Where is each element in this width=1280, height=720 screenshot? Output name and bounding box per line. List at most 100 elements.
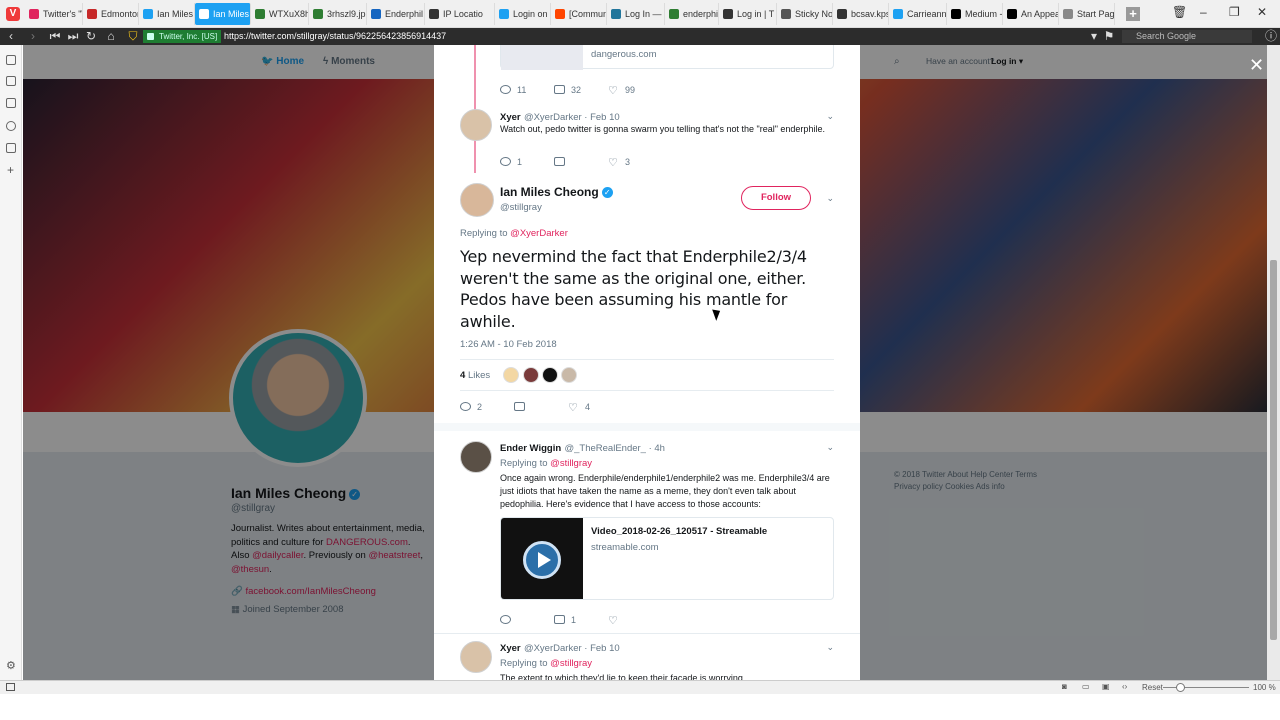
forward-icon[interactable]: › (24, 28, 42, 45)
streamable-card[interactable]: Video_2018-02-26_120517 - Streamable str… (500, 517, 834, 600)
image-icon[interactable]: ▣ (1102, 682, 1110, 691)
reply-tweet[interactable]: Xyer @XyerDarker · Feb 10 Replying to @s… (500, 640, 834, 680)
link-card[interactable]: dangerous.com (500, 45, 834, 70)
avatar[interactable] (460, 441, 492, 473)
like-button[interactable]: ♡ 99 (608, 85, 635, 97)
trash-icon[interactable]: 🗑 (1172, 5, 1187, 19)
browser-tab[interactable]: Sticky No (777, 3, 833, 25)
avatar[interactable] (460, 641, 492, 673)
browser-tab[interactable]: Log In — (607, 3, 665, 25)
browser-tab[interactable]: 3rhszl9.jp (309, 3, 367, 25)
rewind-icon[interactable]: ⏮ (46, 28, 64, 45)
retweet-button[interactable] (554, 157, 571, 167)
home-icon[interactable]: ⌂ (102, 28, 120, 45)
info-icon[interactable]: ⓘ (1262, 28, 1280, 45)
downloads-panel-icon[interactable] (6, 76, 16, 86)
window-panel-icon[interactable] (6, 143, 16, 153)
zoom-slider-handle[interactable] (1176, 683, 1185, 692)
reply-tweet[interactable]: Xyer @XyerDarker · Feb 10 Watch out, ped… (500, 109, 834, 136)
maximize-icon[interactable]: ❐ (1229, 5, 1240, 19)
video-thumbnail[interactable] (501, 518, 583, 599)
liker-avatar[interactable] (542, 367, 558, 383)
main-tweet-author[interactable]: Ian Miles Cheong ✓ @stillgray (500, 185, 613, 213)
bookmark-page-icon[interactable]: ⚑ (1100, 28, 1118, 45)
card-title[interactable]: Video_2018-02-26_120517 - Streamable (591, 526, 767, 537)
retweet-button[interactable] (514, 402, 531, 412)
bookmarks-panel-icon[interactable] (6, 55, 16, 65)
tweet-author-name[interactable]: Xyer (500, 112, 521, 123)
browser-tab[interactable]: [Commun (551, 3, 607, 25)
reply-button[interactable] (500, 615, 517, 625)
minimize-icon[interactable]: – (1200, 5, 1207, 19)
browser-tab[interactable]: bcsav.kps (833, 3, 889, 25)
history-panel-icon[interactable] (6, 121, 16, 131)
bookmark-shield-icon[interactable]: ⛉ (124, 28, 142, 45)
chevron-down-icon[interactable]: ⌄ (826, 193, 834, 204)
tweet-author-name[interactable]: Ender Wiggin (500, 443, 561, 454)
follow-button[interactable]: Follow (741, 186, 811, 210)
likes-summary[interactable]: 4 Likes (460, 370, 490, 381)
browser-tab[interactable]: An Appea (1003, 3, 1059, 25)
reload-icon[interactable]: ↻ (82, 28, 100, 45)
new-tab-button[interactable]: + (1126, 7, 1140, 21)
add-panel-icon[interactable]: + (7, 163, 14, 177)
chevron-down-icon[interactable]: ⌄ (826, 642, 834, 653)
retweet-button[interactable]: 1 (554, 615, 576, 625)
vivaldi-menu-icon[interactable]: V (6, 7, 20, 21)
browser-tab[interactable]: Ian Miles (139, 3, 195, 25)
liker-avatar[interactable] (561, 367, 577, 383)
browser-tab[interactable]: IP Locatio (425, 3, 495, 25)
replying-to-link[interactable]: @stillgray (550, 658, 592, 669)
site-identity-badge[interactable]: Twitter, Inc. [US] (143, 30, 222, 43)
main-tweet-author-name[interactable]: Ian Miles Cheong (500, 185, 599, 199)
replying-to-link[interactable]: @stillgray (550, 458, 592, 469)
browser-tab[interactable]: Enderphil (367, 3, 425, 25)
like-button[interactable]: ♡ 3 (608, 157, 630, 169)
tweet-author-meta[interactable]: @XyerDarker · Feb 10 (524, 643, 620, 654)
reply-button[interactable]: 11 (500, 85, 526, 95)
browser-tab[interactable]: Start Page (1059, 3, 1115, 25)
browser-tab[interactable]: Edmonton (83, 3, 139, 25)
reply-tweet[interactable]: Ender Wiggin @_TheRealEnder_ · 4h Replyi… (500, 440, 834, 511)
reply-button[interactable]: 2 (460, 402, 482, 412)
page-scrollbar[interactable] (1267, 45, 1280, 680)
search-input[interactable]: Search Google (1122, 30, 1252, 43)
avatar[interactable] (460, 183, 494, 217)
reply-button[interactable]: 1 (500, 157, 522, 167)
liker-avatar[interactable] (503, 367, 519, 383)
code-icon[interactable]: ‹› (1122, 682, 1127, 691)
scrollbar-thumb[interactable] (1270, 260, 1277, 640)
like-button[interactable]: ♡ (608, 615, 625, 627)
tweet-author-name[interactable]: Xyer (500, 643, 521, 654)
retweet-button[interactable]: 32 (554, 85, 581, 95)
browser-tab[interactable]: enderphil (665, 3, 719, 25)
zoom-reset[interactable]: Reset (1142, 683, 1163, 692)
chevron-down-icon[interactable]: ⌄ (826, 111, 834, 122)
fast-forward-icon[interactable]: ⏭ (64, 28, 82, 45)
tweet-author-meta[interactable]: @_TheRealEnder_ · 4h (564, 443, 664, 454)
avatar[interactable] (460, 109, 492, 141)
main-tweet-timestamp[interactable]: 1:26 AM - 10 Feb 2018 (460, 339, 557, 350)
liker-avatar[interactable] (523, 367, 539, 383)
back-icon[interactable]: ‹ (2, 28, 20, 45)
browser-tab[interactable]: Twitter's "\ (25, 3, 83, 25)
settings-gear-icon[interactable]: ⚙ (6, 659, 16, 672)
notes-panel-icon[interactable] (6, 98, 16, 108)
main-tweet-handle[interactable]: @stillgray (500, 202, 613, 213)
chevron-down-icon[interactable]: ⌄ (826, 442, 834, 453)
close-window-icon[interactable]: ✕ (1257, 5, 1267, 19)
browser-tab[interactable]: WTXuX8h (251, 3, 309, 25)
like-button[interactable]: ♡ 4 (568, 402, 590, 414)
tile-icon[interactable]: ▭ (1082, 682, 1090, 691)
browser-tab[interactable]: Carrieann (889, 3, 947, 25)
camera-icon[interactable]: ◙ (1062, 682, 1067, 691)
url-input[interactable]: https://twitter.com/stillgray/status/962… (224, 30, 1084, 43)
replying-to-link[interactable]: @XyerDarker (510, 228, 568, 239)
browser-tab[interactable]: Log in | T (719, 3, 777, 25)
browser-tab[interactable]: Ian Miles (195, 3, 251, 25)
panel-toggle-icon[interactable] (6, 683, 15, 691)
tweet-author-meta[interactable]: @XyerDarker · Feb 10 (524, 112, 620, 123)
play-icon[interactable] (523, 541, 561, 579)
browser-tab[interactable]: Medium - (947, 3, 1003, 25)
browser-tab[interactable]: Login on (495, 3, 551, 25)
